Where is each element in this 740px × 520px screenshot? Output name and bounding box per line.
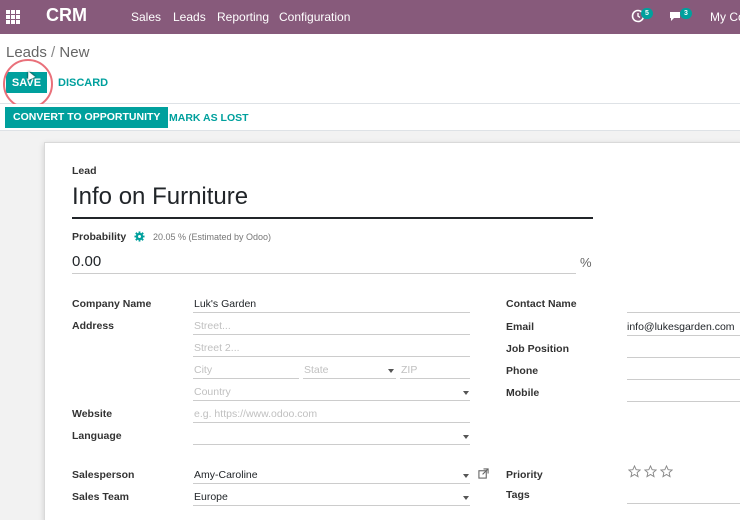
street2-input[interactable]: Street 2... — [194, 342, 240, 354]
country-select[interactable]: Country — [194, 386, 231, 398]
apps-menu-icon[interactable] — [6, 10, 20, 24]
phone-label: Phone — [506, 365, 539, 377]
priority-star-2-icon[interactable] — [644, 465, 657, 478]
probability-unit: % — [580, 255, 592, 270]
gear-icon[interactable] — [134, 231, 145, 242]
street2-underline — [193, 356, 470, 357]
state-select[interactable]: State — [304, 364, 329, 376]
website-input[interactable]: e.g. https://www.odoo.com — [194, 408, 317, 420]
job-position-input[interactable] — [627, 357, 740, 358]
language-select[interactable] — [193, 444, 470, 445]
phone-input[interactable] — [627, 379, 740, 380]
sales-team-chevron-down-icon — [463, 496, 469, 500]
external-link-icon[interactable] — [478, 468, 489, 479]
street-input[interactable]: Street... — [194, 320, 231, 332]
website-label: Website — [72, 408, 113, 420]
form-sheet: Lead Info on Furniture Probability 20.05… — [44, 142, 740, 520]
lead-title-input[interactable]: Info on Furniture — [72, 183, 248, 211]
company-name-label: Company Name — [72, 298, 152, 310]
mobile-input[interactable] — [627, 401, 740, 402]
menu-configuration[interactable]: Configuration — [279, 10, 350, 24]
app-brand[interactable]: CRM — [46, 5, 87, 26]
message-count-badge: 3 — [680, 8, 692, 19]
salesperson-select[interactable]: Amy-Caroline — [194, 469, 258, 481]
company-name-input[interactable]: Luk's Garden — [194, 298, 256, 310]
breadcrumb-current: New — [59, 44, 90, 61]
top-navbar: CRM Sales Leads Reporting Configuration … — [0, 0, 740, 34]
priority-star-3-icon[interactable] — [660, 465, 673, 478]
country-underline — [193, 400, 470, 401]
country-chevron-down-icon — [463, 391, 469, 395]
company-name-underline — [193, 312, 470, 313]
tags-input[interactable] — [627, 503, 740, 504]
priority-star-1-icon[interactable] — [628, 465, 641, 478]
zip-underline — [400, 378, 470, 379]
email-input[interactable]: info@lukesgarden.com — [627, 321, 735, 333]
priority-stars — [628, 465, 673, 478]
menu-sales[interactable]: Sales — [131, 10, 161, 24]
email-underline — [627, 335, 740, 336]
salesperson-label: Salesperson — [72, 469, 135, 481]
probability-underline — [72, 273, 576, 274]
state-chevron-down-icon — [388, 369, 394, 373]
language-label: Language — [72, 430, 122, 442]
menu-reporting[interactable]: Reporting — [217, 10, 269, 24]
city-underline — [193, 378, 299, 379]
sales-team-underline — [193, 505, 470, 506]
sales-team-select[interactable]: Europe — [194, 491, 228, 503]
probability-input[interactable]: 0.00 — [72, 253, 101, 270]
tags-label: Tags — [506, 489, 530, 501]
priority-label: Priority — [506, 469, 543, 481]
save-highlight-circle — [3, 59, 53, 109]
convert-to-opportunity-button[interactable]: CONVERT TO OPPORTUNITY — [5, 107, 169, 128]
address-label: Address — [72, 320, 115, 332]
activity-count-badge: 5 — [641, 8, 653, 19]
city-input[interactable]: City — [194, 364, 212, 376]
contact-name-input[interactable] — [627, 312, 740, 313]
job-position-label: Job Position — [506, 343, 569, 355]
menu-leads[interactable]: Leads — [173, 10, 206, 24]
contact-name-label: Contact Name — [506, 298, 577, 310]
salesperson-underline — [193, 483, 470, 484]
street-underline — [193, 334, 470, 335]
salesperson-chevron-down-icon — [463, 474, 469, 478]
email-label: Email — [506, 321, 535, 333]
probability-label: Probability — [72, 231, 127, 243]
website-underline — [193, 422, 470, 423]
title-underline — [72, 217, 593, 219]
company-switcher[interactable]: My Co — [710, 10, 740, 24]
zip-input[interactable]: ZIP — [401, 364, 417, 376]
probability-estimate: 20.05 % (Estimated by Odoo) — [153, 232, 272, 242]
mark-as-lost-button[interactable]: MARK AS LOST — [169, 112, 249, 124]
status-bar: CONVERT TO OPPORTUNITY MARK AS LOST — [0, 104, 740, 131]
breadcrumb-separator: / — [51, 44, 56, 61]
lead-label: Lead — [72, 165, 97, 177]
discard-button[interactable]: DISCARD — [58, 77, 108, 89]
state-underline — [303, 378, 396, 379]
mobile-label: Mobile — [506, 387, 540, 399]
breadcrumb: Leads / New — [6, 44, 89, 61]
control-panel: Leads / New SAVE DISCARD — [0, 34, 740, 109]
language-chevron-down-icon — [463, 435, 469, 439]
sales-team-label: Sales Team — [72, 491, 130, 503]
